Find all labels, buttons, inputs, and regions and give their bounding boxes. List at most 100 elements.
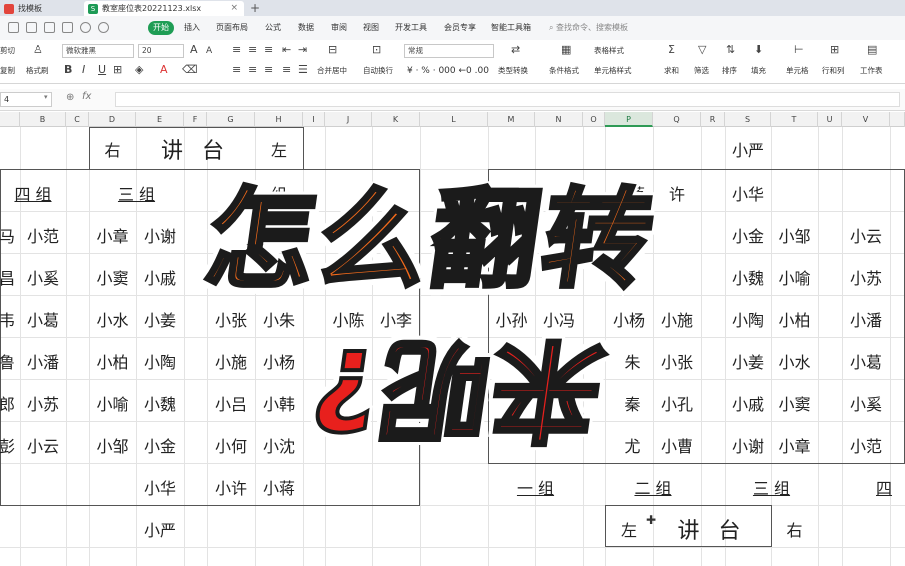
align-middle-icon[interactable]: ≡ — [248, 44, 257, 56]
seat-cell[interactable]: 小张 — [207, 307, 255, 331]
menu-page-layout[interactable]: 页面布局 — [216, 16, 248, 40]
seat-cell[interactable]: 小柏 — [89, 349, 136, 373]
seat-cell[interactable]: 朱 — [612, 349, 653, 373]
column-header[interactable]: G — [207, 112, 255, 127]
seat-cell[interactable]: 小陶 — [136, 349, 184, 373]
cut-button[interactable]: 剪切 — [0, 46, 15, 56]
seat-cell[interactable]: 小章 — [771, 433, 818, 457]
align-top-icon[interactable]: ≡ — [232, 44, 241, 56]
formula-input[interactable] — [115, 92, 900, 107]
column-header[interactable]: R — [701, 112, 725, 127]
column-header[interactable]: H — [255, 112, 303, 127]
font-name-select[interactable]: 微软雅黑 — [62, 44, 134, 58]
number-format-select[interactable]: 常规 — [404, 44, 494, 58]
seat-cell[interactable]: 小施 — [653, 307, 701, 331]
justify-icon[interactable]: ≡ — [282, 64, 291, 76]
seat-cell[interactable]: 秦 — [612, 391, 653, 415]
column-header[interactable]: S — [725, 112, 771, 127]
align-bottom-icon[interactable]: ≡ — [264, 44, 273, 56]
seat-cell[interactable]: 小陶 — [725, 307, 771, 331]
seat-cell[interactable]: 彭 — [0, 433, 20, 457]
seat-cell[interactable]: 韦 — [0, 307, 20, 331]
seat-cell[interactable]: 昌 — [0, 265, 20, 289]
seat-cell[interactable]: 小许 — [207, 475, 255, 499]
table-style-button[interactable]: 表格样式 — [594, 46, 624, 56]
column-header-a[interactable] — [0, 112, 20, 127]
seat-cell[interactable]: 小魏 — [725, 265, 771, 289]
file-menu-icon[interactable] — [8, 22, 19, 33]
cell-hua-top[interactable]: 小华 — [725, 181, 771, 205]
seat-cell[interactable]: 小孔 — [653, 391, 701, 415]
seat-cell[interactable]: 小喻 — [89, 391, 136, 415]
distribute-icon[interactable]: ☰ — [298, 64, 308, 76]
seat-cell[interactable]: 小苏 — [20, 391, 66, 415]
underline-button[interactable]: U — [98, 64, 106, 76]
font-size-select[interactable]: 20 — [138, 44, 184, 58]
undo-icon[interactable] — [80, 22, 91, 33]
seat-cell[interactable]: 郎 — [0, 391, 20, 415]
seat-cell[interactable]: 小潘 — [842, 307, 890, 331]
tab-find-template[interactable]: 找模板 — [0, 1, 82, 16]
column-header[interactable]: T — [771, 112, 818, 127]
seat-cell[interactable]: 小吕 — [207, 391, 255, 415]
new-tab-button[interactable]: + — [250, 0, 260, 16]
column-header[interactable]: D — [89, 112, 136, 127]
outdent-icon[interactable]: ⇥ — [298, 44, 307, 56]
column-header[interactable]: U — [818, 112, 842, 127]
conditional-format-button[interactable]: 条件格式 — [549, 66, 579, 76]
sheet-button[interactable]: 工作表 — [860, 66, 883, 76]
column-header[interactable]: N — [535, 112, 583, 127]
seat-cell[interactable]: 尤 — [612, 433, 653, 457]
cell-group2-bottom[interactable]: 二 组 — [605, 475, 701, 499]
seat-cell[interactable]: 小曹 — [653, 433, 701, 457]
menu-data[interactable]: 数据 — [298, 16, 314, 40]
column-header[interactable]: Q — [653, 112, 701, 127]
cell-group1-bottom[interactable]: 一 组 — [488, 475, 583, 499]
wrap-text-button[interactable]: 自动换行 — [363, 66, 393, 76]
seat-cell[interactable]: 小谢 — [725, 433, 771, 457]
seat-cell[interactable]: 鲁 — [0, 349, 20, 373]
seat-cell[interactable]: 小韩 — [255, 391, 303, 415]
seat-cell[interactable]: 小葛 — [20, 307, 66, 331]
menu-formula[interactable]: 公式 — [265, 16, 281, 40]
cell-group3-top[interactable]: 三 组 — [89, 181, 184, 205]
seat-cell[interactable]: 小邹 — [771, 223, 818, 247]
cell-group4-bottom[interactable]: 四 — [842, 475, 905, 499]
column-header[interactable]: M — [488, 112, 535, 127]
seat-cell[interactable]: 小施 — [207, 349, 255, 373]
border-icon[interactable]: ⊞ — [113, 64, 122, 76]
italic-button[interactable]: I — [82, 64, 85, 76]
seat-cell[interactable]: 小魏 — [136, 391, 184, 415]
seat-cell[interactable]: 小金 — [725, 223, 771, 247]
seat-cell[interactable]: 小严 — [136, 517, 184, 541]
close-icon[interactable]: × — [230, 1, 238, 16]
redo-icon[interactable] — [98, 22, 109, 33]
column-header[interactable]: B — [20, 112, 66, 127]
sum-button[interactable]: 求和 — [664, 66, 679, 76]
column-header[interactable]: E — [136, 112, 184, 127]
column-header[interactable]: C — [66, 112, 89, 127]
menu-toolbox[interactable]: 智能工具箱 — [491, 16, 531, 40]
seat-cell[interactable]: 小柏 — [771, 307, 818, 331]
menu-developer[interactable]: 开发工具 — [395, 16, 427, 40]
cell-style-button[interactable]: 单元格样式 — [594, 66, 632, 76]
font-color-icon[interactable]: A — [160, 64, 168, 76]
column-header[interactable]: J — [325, 112, 372, 127]
sort-button[interactable]: 排序 — [722, 66, 737, 76]
cell-yan-top[interactable]: 小严 — [725, 137, 771, 161]
seat-cell[interactable]: 小姜 — [725, 349, 771, 373]
clear-format-icon[interactable]: ⌫ — [182, 64, 198, 76]
seat-cell[interactable]: 小范 — [20, 223, 66, 247]
column-header[interactable]: V — [842, 112, 890, 127]
seat-cell[interactable]: 小奚 — [842, 391, 890, 415]
align-center-icon[interactable]: ≡ — [248, 64, 257, 76]
column-header-selected[interactable]: P — [605, 112, 653, 127]
function-icon[interactable]: fx — [82, 91, 91, 102]
menu-insert[interactable]: 插入 — [184, 16, 200, 40]
seat-cell[interactable]: 小水 — [771, 349, 818, 373]
seat-cell[interactable]: 小范 — [842, 433, 890, 457]
font-shrink-icon[interactable]: A — [206, 45, 212, 57]
seat-cell[interactable]: 小张 — [653, 349, 701, 373]
seat-cell[interactable]: 小喻 — [771, 265, 818, 289]
seat-cell[interactable]: 小姜 — [136, 307, 184, 331]
